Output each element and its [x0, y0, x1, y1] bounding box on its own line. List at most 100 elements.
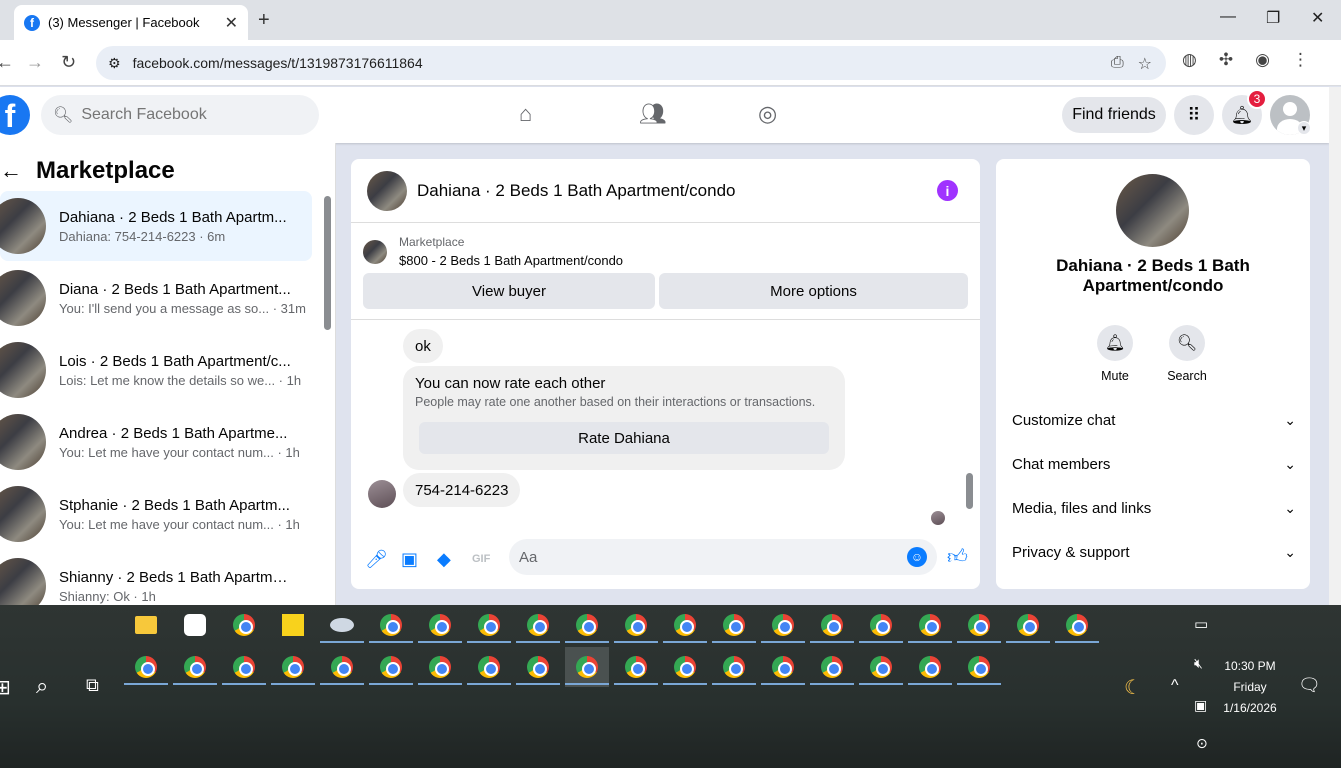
chrome-profile-icon[interactable] [418, 647, 462, 687]
chrome-profile-icon[interactable] [859, 605, 903, 645]
conversation-item[interactable]: Lois · 2 Beds 1 Bath Apartment/c... Lois… [0, 335, 312, 405]
site-info-icon[interactable]: ⚙ [108, 55, 121, 72]
file-explorer-icon[interactable] [124, 605, 168, 645]
search-icon[interactable]: ⌕ [36, 673, 48, 699]
chrome-profile-icon[interactable] [859, 647, 903, 687]
forward-icon[interactable]: → [26, 52, 44, 73]
chrome-profile-icon[interactable] [908, 605, 952, 645]
more-options-button[interactable]: More options [659, 273, 968, 309]
chrome-profile-icon[interactable] [320, 647, 364, 687]
messages-scrollbar[interactable] [966, 473, 973, 509]
home-icon[interactable]: ⌂ [519, 101, 532, 127]
volume-muted-icon[interactable]: 🔇︎ [1194, 655, 1203, 672]
chrome-profile-icon[interactable] [1055, 605, 1099, 645]
microphone-icon[interactable]: 🎤︎ [365, 549, 388, 570]
chrome-profile-icon[interactable] [810, 605, 854, 645]
start-icon[interactable]: ⊞ [0, 675, 11, 700]
conversation-list-scrollbar[interactable] [324, 196, 331, 330]
browser-tab-messenger[interactable]: f (3) Messenger | Facebook ✕ [14, 5, 248, 40]
chrome-profile-icon[interactable] [761, 647, 805, 687]
back-arrow-icon[interactable]: ← [0, 158, 22, 184]
message-input[interactable]: Aa [509, 539, 937, 575]
system-clock[interactable]: 10:30 PM Friday 1/16/2026 [1210, 656, 1290, 719]
conversation-item[interactable]: Andrea · 2 Beds 1 Bath Apartme... You: L… [0, 407, 312, 477]
search-in-chat-button[interactable]: 🔍︎ Search [1157, 325, 1217, 383]
chrome-profile-icon[interactable] [222, 647, 266, 687]
chrome-profile-icon[interactable] [712, 647, 756, 687]
chrome-profile-icon[interactable] [124, 647, 168, 687]
gif-icon[interactable]: GIF [472, 553, 490, 565]
tab-close-icon[interactable]: ✕ [225, 13, 238, 33]
privacy-support-row[interactable]: Privacy & support ⌄ [1012, 530, 1296, 574]
device-icon[interactable]: ⊙ [1196, 735, 1208, 752]
info-icon[interactable]: i [937, 180, 958, 201]
customize-chat-row[interactable]: Customize chat ⌄ [1012, 398, 1296, 442]
chrome-profile-icon[interactable] [761, 605, 805, 645]
bookmark-star-icon[interactable]: ☆ [1138, 54, 1152, 74]
minimize-icon[interactable]: — [1220, 8, 1236, 26]
menu-grid-icon[interactable]: ⠿ [1174, 95, 1214, 135]
photo-icon[interactable]: ▣ [401, 549, 418, 570]
sticky-notes-icon[interactable] [271, 605, 315, 645]
chrome-profile-icon[interactable] [810, 647, 854, 687]
chrome-profile-icon[interactable] [712, 605, 756, 645]
facebook-search[interactable]: 🔍︎ [41, 95, 319, 135]
chevron-down-icon[interactable]: ▾ [1297, 121, 1311, 135]
chrome-profile-icon[interactable] [614, 647, 658, 687]
menu-kebab-icon[interactable]: ⋮ [1292, 50, 1309, 70]
sender-avatar[interactable] [368, 480, 396, 508]
chrome-profile-icon[interactable] [957, 605, 1001, 645]
app-icon[interactable] [320, 605, 364, 645]
search-input[interactable] [81, 106, 302, 124]
facebook-logo-icon[interactable]: f [0, 95, 30, 135]
new-tab-icon[interactable]: + [258, 9, 270, 32]
chat-members-row[interactable]: Chat members ⌄ [1012, 442, 1296, 486]
chrome-profile-icon[interactable] [565, 605, 609, 645]
mute-button[interactable]: 🔔︎ Mute [1085, 325, 1145, 383]
weather-icon[interactable]: ☾ [1124, 675, 1142, 700]
extensions-icon[interactable]: ✣ [1219, 50, 1233, 70]
reload-icon[interactable]: ↻ [61, 52, 76, 73]
find-friends-button[interactable]: Find friends [1062, 97, 1166, 133]
chat-avatar[interactable] [367, 170, 407, 211]
profile-icon[interactable]: ◉ [1255, 50, 1270, 70]
rate-button[interactable]: Rate Dahiana [419, 422, 829, 454]
install-app-icon[interactable]: ⎙ [1111, 54, 1124, 74]
page-scrollbar[interactable] [1329, 87, 1341, 605]
chrome-profile-icon[interactable] [467, 605, 511, 645]
chrome-icon[interactable] [222, 605, 266, 645]
chrome-profile-icon[interactable] [173, 647, 217, 687]
capcut-icon[interactable] [173, 605, 217, 645]
chrome-profile-icon[interactable] [369, 605, 413, 645]
view-buyer-button[interactable]: View buyer [363, 273, 655, 309]
conversation-item[interactable]: Stphanie · 2 Beds 1 Bath Apartm... You: … [0, 479, 312, 549]
chrome-profile-icon[interactable] [467, 647, 511, 687]
sticker-icon[interactable]: ◆ [437, 549, 451, 570]
maximize-icon[interactable]: ❐ [1266, 8, 1280, 28]
chevron-up-icon[interactable]: ^ [1171, 677, 1179, 695]
media-files-links-row[interactable]: Media, files and links ⌄ [1012, 486, 1296, 530]
groups-icon[interactable]: ◎ [758, 101, 777, 127]
conversation-item[interactable]: Diana · 2 Beds 1 Bath Apartment... You: … [0, 263, 312, 333]
conversation-item[interactable]: Dahiana · 2 Beds 1 Bath Apartm... Dahian… [0, 191, 312, 261]
chrome-profile-icon[interactable] [418, 605, 462, 645]
task-view-icon[interactable]: ⧉ [86, 675, 99, 696]
network-icon[interactable]: ▣ [1194, 697, 1207, 714]
friends-icon[interactable]: 👥︎ [639, 101, 667, 127]
chrome-profile-icon[interactable] [957, 647, 1001, 687]
close-window-icon[interactable]: ✕ [1311, 8, 1324, 28]
url-field[interactable]: ⚙ facebook.com/messages/t/13198731766118… [96, 46, 1166, 80]
thumbs-up-icon[interactable]: 👍︎ [947, 545, 968, 569]
chrome-profile-icon[interactable] [516, 605, 560, 645]
chrome-profile-icon-active[interactable] [565, 647, 609, 687]
chrome-profile-icon[interactable] [271, 647, 315, 687]
chat-title[interactable]: Dahiana · 2 Beds 1 Bath Apartment/condo [417, 181, 735, 201]
details-avatar[interactable] [1116, 174, 1189, 247]
conversation-item[interactable]: Shianny · 2 Beds 1 Bath Apartme... Shian… [0, 551, 312, 605]
chrome-profile-icon[interactable] [369, 647, 413, 687]
chrome-profile-icon[interactable] [1006, 605, 1050, 645]
chrome-profile-icon[interactable] [908, 647, 952, 687]
chrome-profile-icon[interactable] [663, 605, 707, 645]
listing-summary[interactable]: Marketplace $800 - 2 Beds 1 Bath Apartme… [363, 235, 623, 268]
emoji-icon[interactable]: ☺ [907, 547, 927, 567]
